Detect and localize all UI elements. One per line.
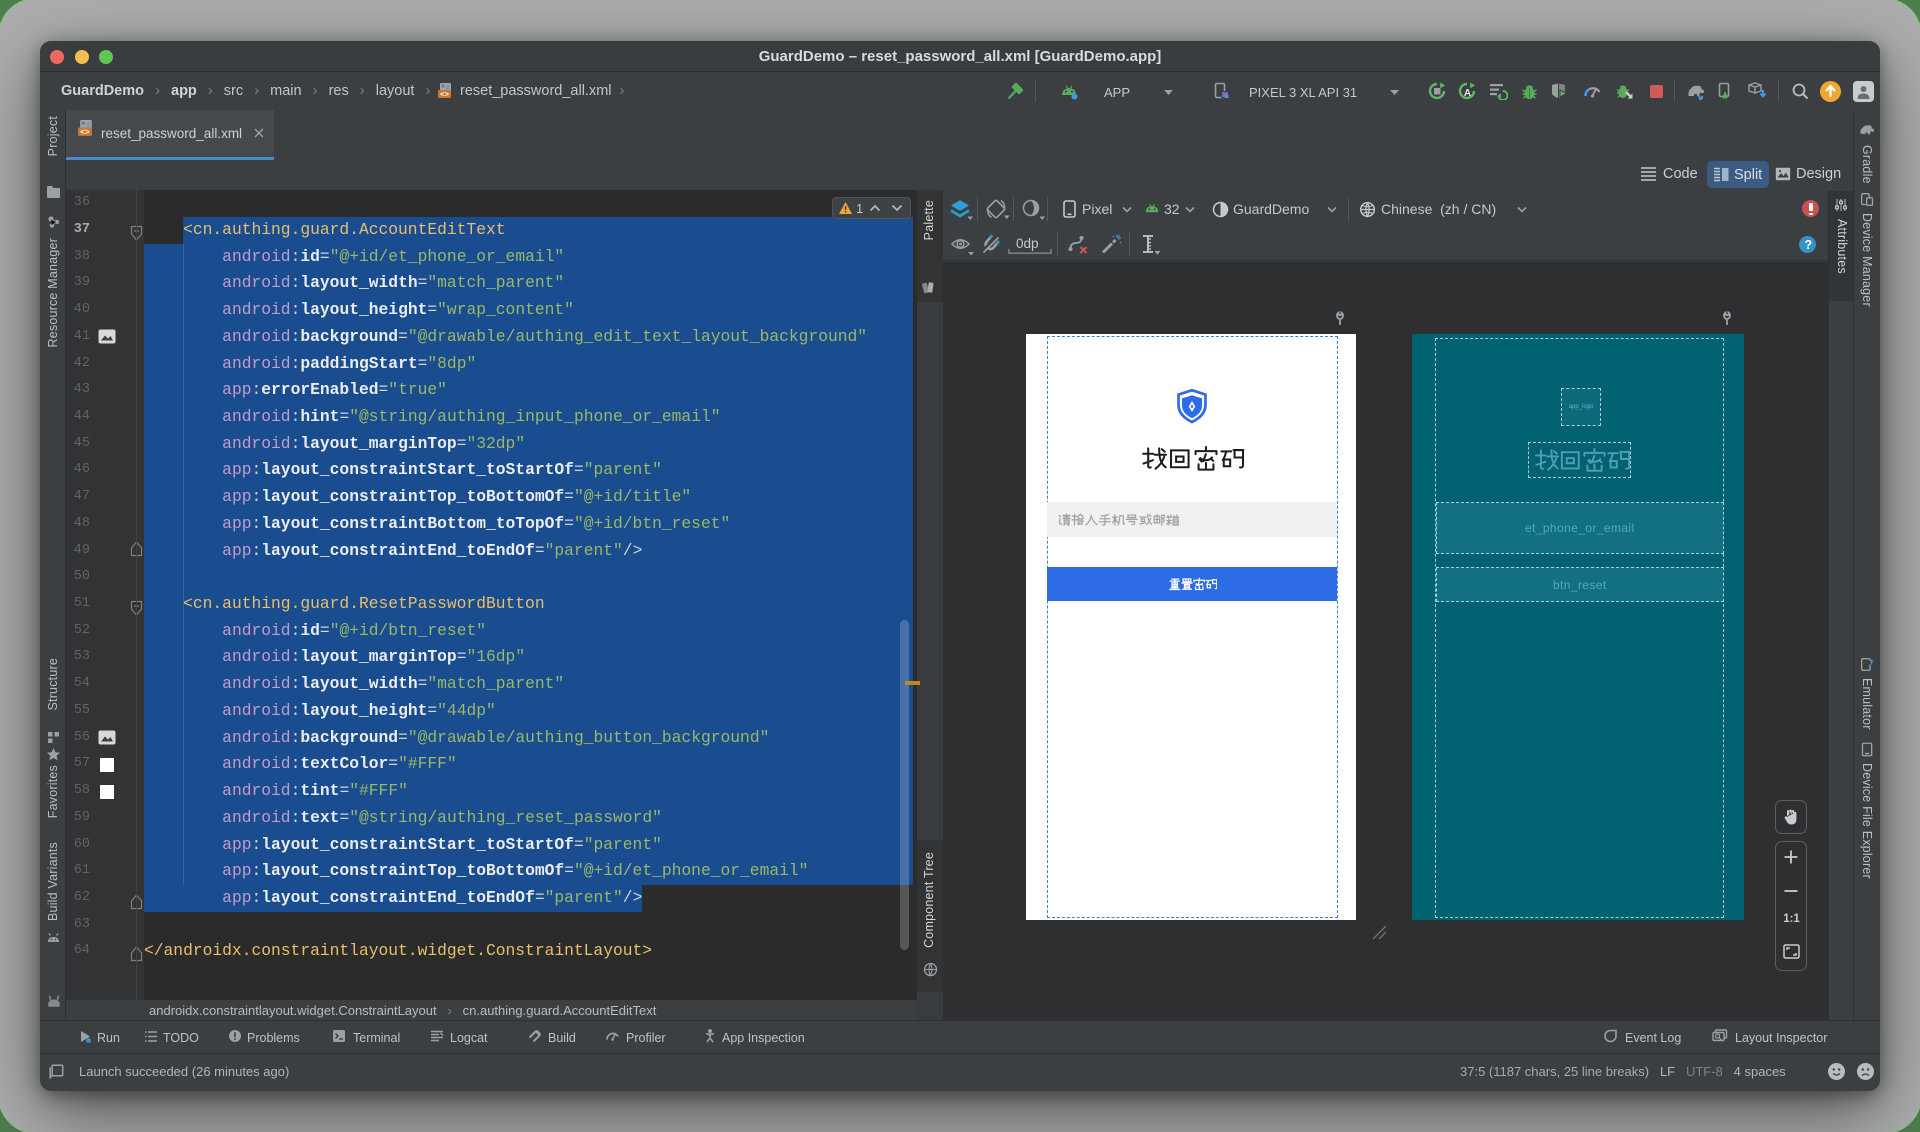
- svg-text:A: A: [1464, 88, 1471, 99]
- svg-text:<>: <>: [440, 92, 450, 100]
- svg-text:<>: <>: [80, 128, 90, 137]
